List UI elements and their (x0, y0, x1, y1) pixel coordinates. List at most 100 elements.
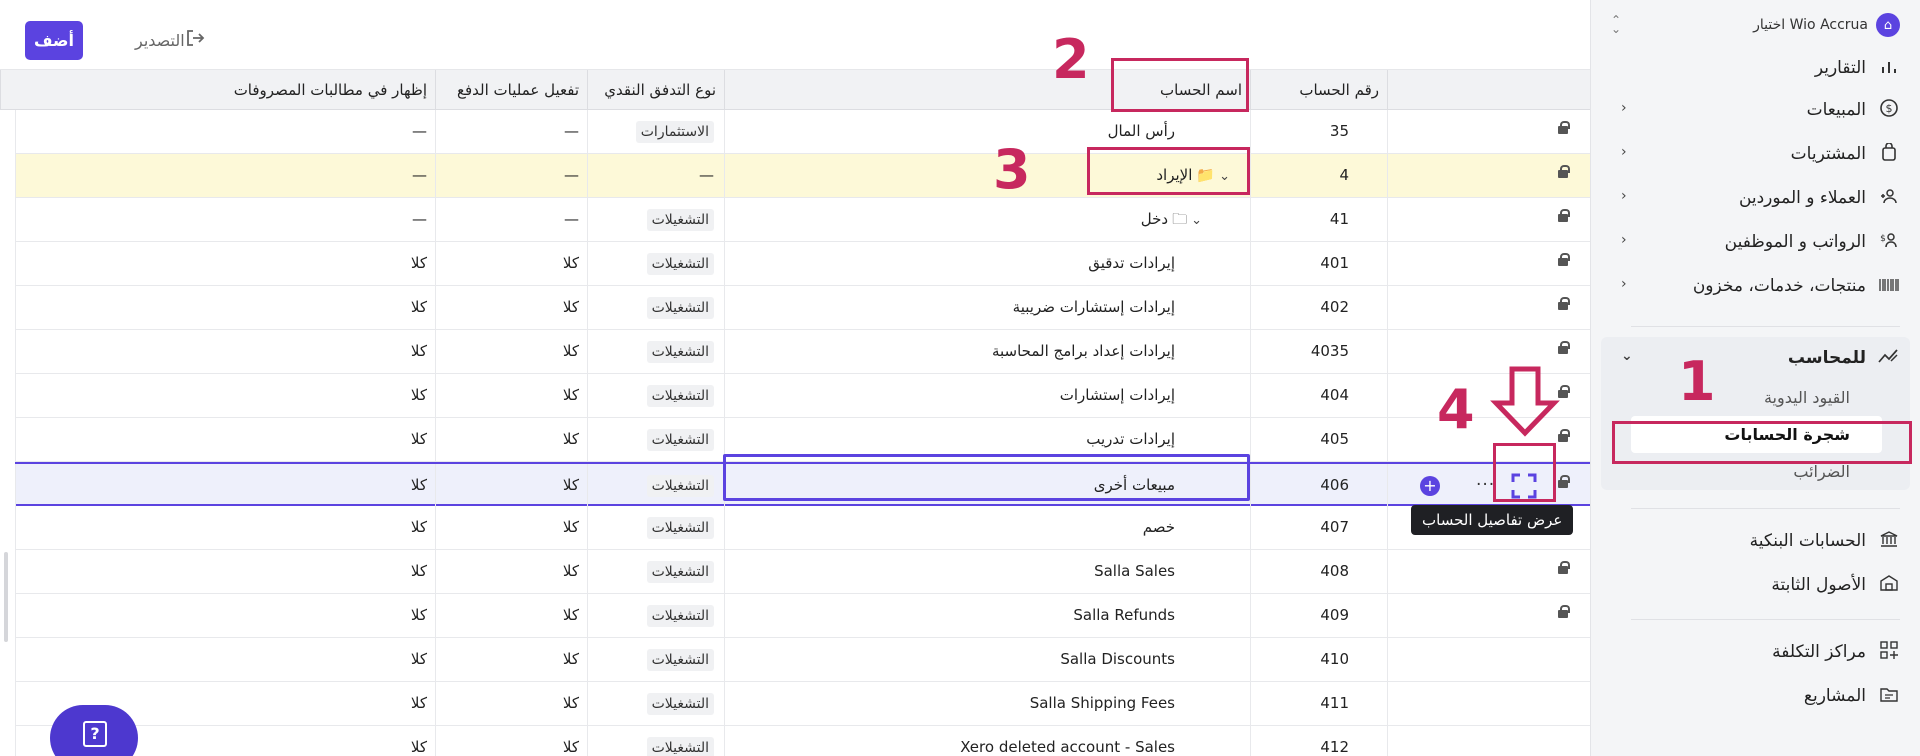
sidebar-item-projects[interactable]: المشاريع (1591, 674, 1920, 718)
sidebar-item-purchases[interactable]: المشتريات ‹ (1591, 132, 1920, 176)
account-name-cell[interactable]: إيرادات تدقيق (724, 242, 1250, 285)
cash-flow-cell[interactable]: — (587, 154, 724, 197)
account-number-cell[interactable]: 35 (1250, 110, 1387, 153)
sidebar-item-accountant[interactable]: للمحاسب ⌄ (1601, 337, 1910, 379)
payments-enabled-cell[interactable]: كلا (435, 550, 587, 593)
payments-enabled-cell[interactable]: كلا (435, 330, 587, 373)
account-number-cell[interactable]: 407 (1250, 506, 1387, 549)
payments-enabled-cell[interactable]: كلا (435, 594, 587, 637)
account-number-cell[interactable]: 412 (1250, 726, 1387, 756)
expense-claims-cell[interactable]: كلا (15, 594, 435, 637)
cash-flow-cell[interactable]: التشغيلات (587, 242, 724, 285)
table-row[interactable]: 4 ⌄📁الإيراد — — — (15, 154, 1590, 198)
table-row[interactable]: 41 ⌄🗀دخل التشغيلات — — (15, 198, 1590, 242)
payments-enabled-cell[interactable]: كلا (435, 242, 587, 285)
payments-enabled-cell[interactable]: كلا (435, 464, 587, 507)
table-row[interactable]: 401 إيرادات تدقيق التشغيلات كلا كلا (15, 242, 1590, 286)
account-name-cell[interactable]: خصم (724, 506, 1250, 549)
header-payments[interactable]: تفعيل عمليات الدفع (435, 70, 587, 110)
cash-flow-cell[interactable]: التشغيلات (587, 726, 724, 756)
table-row[interactable]: 402 إيرادات إستشارات ضريبية التشغيلات كلا كل… (15, 286, 1590, 330)
account-number-cell[interactable]: 404 (1250, 374, 1387, 417)
expense-claims-cell[interactable]: كلا (15, 638, 435, 681)
cash-flow-cell[interactable]: التشغيلات (587, 594, 724, 637)
payments-enabled-cell[interactable]: كلا (435, 506, 587, 549)
expense-claims-cell[interactable]: كلا (15, 464, 435, 507)
sidebar-item-sales[interactable]: $ المبيعات ‹ (1591, 88, 1920, 132)
table-row[interactable]: 4035 إيرادات إعداد برامج المحاسبة التشغيلا… (15, 330, 1590, 374)
payments-enabled-cell[interactable]: كلا (435, 286, 587, 329)
table-row[interactable]: 412 Xero deleted account - Sales التشغيلات… (15, 726, 1590, 756)
payments-enabled-cell[interactable]: — (435, 110, 587, 153)
table-row[interactable]: 410 Salla Discounts التشغيلات كلا كلا (15, 638, 1590, 682)
expense-claims-cell[interactable]: — (15, 110, 435, 153)
account-name-cell[interactable]: Salla Shipping Fees (724, 682, 1250, 725)
grid-scrollbar-left[interactable] (4, 552, 8, 642)
org-switcher[interactable]: ⌂ Wio Accrua اختيار ⌃ ⌄ (1601, 8, 1910, 42)
sidebar-item-bank-accounts[interactable]: الحسابات البنكية (1591, 519, 1920, 563)
account-name-cell[interactable]: إيرادات إستشارات (724, 374, 1250, 417)
chevron-down-icon[interactable]: ⌄ (1191, 213, 1202, 228)
expense-claims-cell[interactable]: كلا (15, 418, 435, 461)
sidebar-item-payroll[interactable]: $ الرواتب و الموظفين ‹ (1591, 220, 1920, 264)
table-row[interactable]: 409 Salla Refunds التشغيلات كلا كلا (15, 594, 1590, 638)
account-number-cell[interactable]: 409 (1250, 594, 1387, 637)
cash-flow-cell[interactable]: الاستثمارات (587, 110, 724, 153)
account-name-cell[interactable]: إيرادات إستشارات ضريبية (724, 286, 1250, 329)
payments-enabled-cell[interactable]: كلا (435, 638, 587, 681)
account-number-cell[interactable]: 405 (1250, 418, 1387, 461)
account-number-cell[interactable]: 406 (1250, 464, 1387, 507)
cash-flow-cell[interactable]: التشغيلات (587, 682, 724, 725)
help-button[interactable]: ? (50, 705, 138, 756)
header-expense-claims[interactable]: إظهار في مطالبات المصروفات (0, 70, 435, 110)
cash-flow-cell[interactable]: التشغيلات (587, 374, 724, 417)
expense-claims-cell[interactable]: كلا (15, 506, 435, 549)
cash-flow-cell[interactable]: التشغيلات (587, 418, 724, 461)
expense-claims-cell[interactable]: كلا (15, 286, 435, 329)
account-name-cell[interactable]: Salla Sales (724, 550, 1250, 593)
account-number-cell[interactable]: 41 (1250, 198, 1387, 241)
table-row[interactable]: 408 Salla Sales التشغيلات كلا كلا (15, 550, 1590, 594)
payments-enabled-cell[interactable]: — (435, 198, 587, 241)
account-number-cell[interactable]: 411 (1250, 682, 1387, 725)
expense-claims-cell[interactable]: — (15, 154, 435, 197)
payments-enabled-cell[interactable]: كلا (435, 418, 587, 461)
table-row[interactable]: 407 خصم التشغيلات كلا كلا (15, 506, 1590, 550)
account-number-cell[interactable]: 401 (1250, 242, 1387, 285)
cash-flow-cell[interactable]: التشغيلات (587, 638, 724, 681)
sidebar-item-fixed-assets[interactable]: الأصول الثابتة (1591, 563, 1920, 607)
header-account-number[interactable]: رقم الحساب (1250, 70, 1387, 110)
expense-claims-cell[interactable]: كلا (15, 550, 435, 593)
expense-claims-cell[interactable]: كلا (15, 330, 435, 373)
account-number-cell[interactable]: 4 (1250, 154, 1387, 197)
sidebar-subitem-manual-journals[interactable]: القيود اليدوية (1601, 379, 1910, 416)
account-number-cell[interactable]: 402 (1250, 286, 1387, 329)
cash-flow-cell[interactable]: التشغيلات (587, 464, 724, 507)
cash-flow-cell[interactable]: التشغيلات (587, 506, 724, 549)
sidebar-item-cost-centers[interactable]: مراكز التكلفة (1591, 630, 1920, 674)
account-number-cell[interactable]: 408 (1250, 550, 1387, 593)
account-name-cell[interactable]: Salla Discounts (724, 638, 1250, 681)
expense-claims-cell[interactable]: كلا (15, 374, 435, 417)
header-cash-flow[interactable]: نوع التدفق النقدي (587, 70, 724, 110)
account-number-cell[interactable]: 410 (1250, 638, 1387, 681)
sidebar-item-products[interactable]: منتجات، خدمات، مخزون ‹ (1591, 264, 1920, 308)
expense-claims-cell[interactable]: — (15, 198, 435, 241)
table-row[interactable]: 35 رأس المال الاستثمارات — — (15, 110, 1590, 154)
payments-enabled-cell[interactable]: كلا (435, 374, 587, 417)
add-sub-account-icon[interactable]: + (1420, 476, 1440, 496)
expense-claims-cell[interactable]: كلا (15, 242, 435, 285)
payments-enabled-cell[interactable]: كلا (435, 726, 587, 756)
account-number-cell[interactable]: 4035 (1250, 330, 1387, 373)
add-button[interactable]: أضف (25, 21, 83, 60)
cash-flow-cell[interactable]: التشغيلات (587, 550, 724, 593)
cash-flow-cell[interactable]: التشغيلات (587, 286, 724, 329)
export-button[interactable]: التصدير (135, 29, 211, 52)
table-row[interactable]: 404 إيرادات إستشارات التشغيلات كلا كلا (15, 374, 1590, 418)
cash-flow-cell[interactable]: التشغيلات (587, 198, 724, 241)
payments-enabled-cell[interactable]: كلا (435, 682, 587, 725)
cash-flow-cell[interactable]: التشغيلات (587, 330, 724, 373)
payments-enabled-cell[interactable]: — (435, 154, 587, 197)
table-row[interactable]: 411 Salla Shipping Fees التشغيلات كلا كلا (15, 682, 1590, 726)
account-name-cell[interactable]: إيرادات إعداد برامج المحاسبة (724, 330, 1250, 373)
